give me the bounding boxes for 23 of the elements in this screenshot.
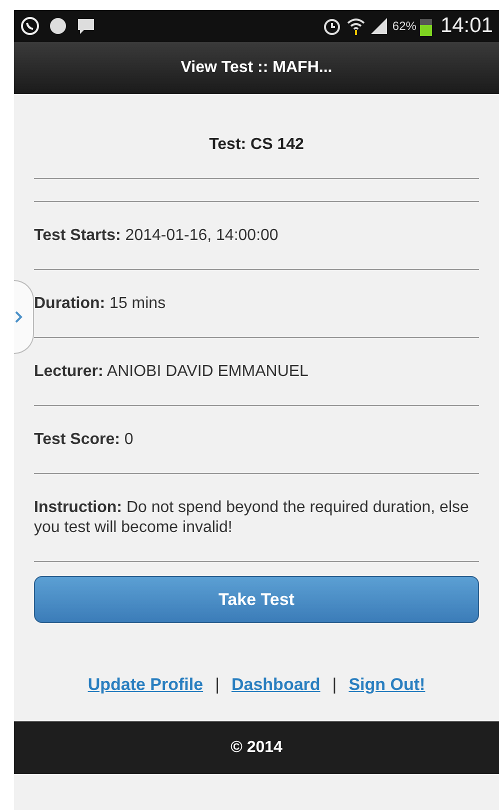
footer-link[interactable]: Dashboard [231,675,320,695]
side-panel-tab[interactable] [14,280,34,354]
field-text: Duration: 15 mins [34,294,167,314]
take-test-button[interactable]: Take Test [34,576,479,623]
field-text: Instruction: Do not spend beyond the required duration, else you test will become invalid! [34,498,470,538]
field-text: Test Starts: 2014-01-16, 14:00:00 [34,226,280,246]
field-text: Lecturer: ANIOBI DAVID EMMANUEL [34,362,310,382]
field-text: Test Score: 0 [34,430,134,450]
chevron-right-icon [15,311,23,323]
battery-percent: 62% [392,19,416,33]
page-title: View Test :: MAFH... [180,59,332,77]
copyright-text: © 2014 [230,739,282,757]
message-icon [76,16,96,36]
battery-icon [420,16,432,36]
test-title: Test: CS 142 [208,135,305,155]
signal-icon [370,17,388,35]
alarm-clock-icon [322,16,342,36]
link-separator: | [332,675,337,695]
link-separator: | [215,675,220,695]
clock-time: 14:01 [440,14,493,38]
wifi-icon [346,16,366,36]
footer-link[interactable]: Update Profile [88,675,204,695]
footer-link[interactable]: Sign Out! [348,675,426,695]
